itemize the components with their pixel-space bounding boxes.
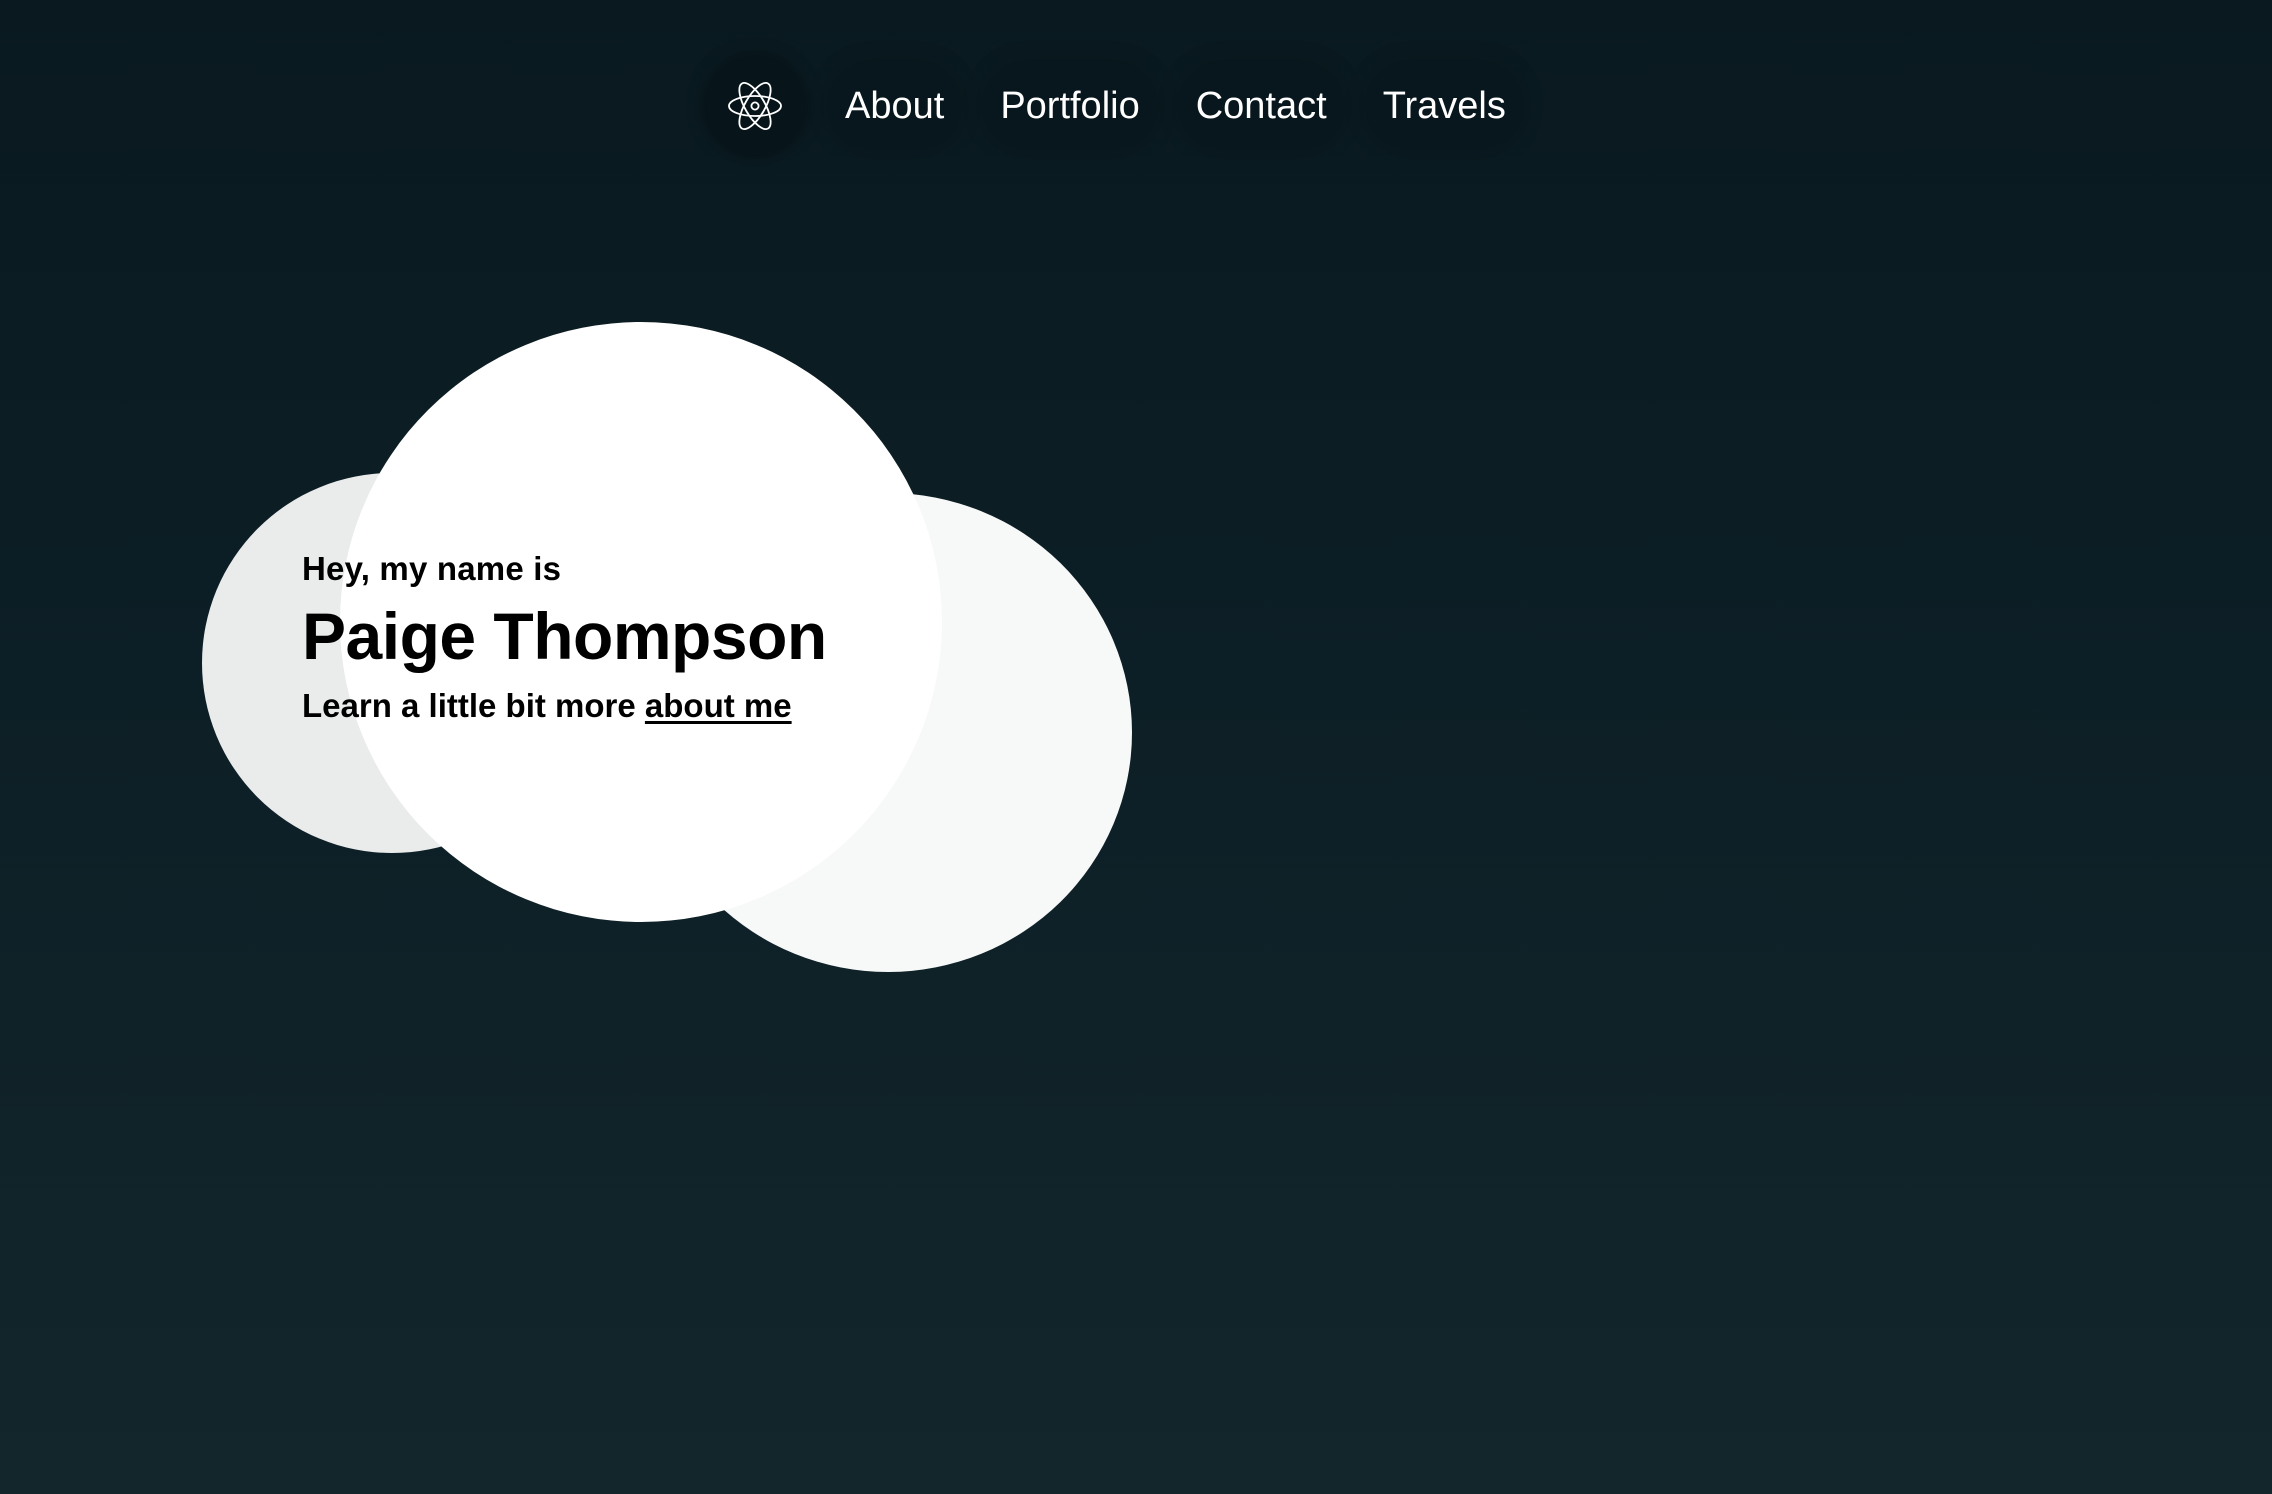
- main-nav: About Portfolio Contact Travels: [705, 56, 1524, 156]
- hero-subtitle: Learn a little bit more about me: [302, 689, 827, 722]
- home-logo-button[interactable]: [705, 56, 805, 156]
- nav-item-about[interactable]: About: [827, 61, 963, 151]
- hero-text: Hey, my name is Paige Thompson Learn a l…: [302, 552, 827, 722]
- about-me-link[interactable]: about me: [645, 687, 792, 724]
- hero-name: Paige Thompson: [302, 599, 827, 673]
- nav-item-contact[interactable]: Contact: [1177, 61, 1345, 151]
- atom-icon: [728, 82, 782, 130]
- hero-greeting: Hey, my name is: [302, 550, 562, 587]
- nav-item-travels[interactable]: Travels: [1364, 61, 1524, 151]
- nav-item-portfolio[interactable]: Portfolio: [982, 61, 1158, 151]
- hero-subtitle-text: Learn a little bit more: [302, 687, 636, 724]
